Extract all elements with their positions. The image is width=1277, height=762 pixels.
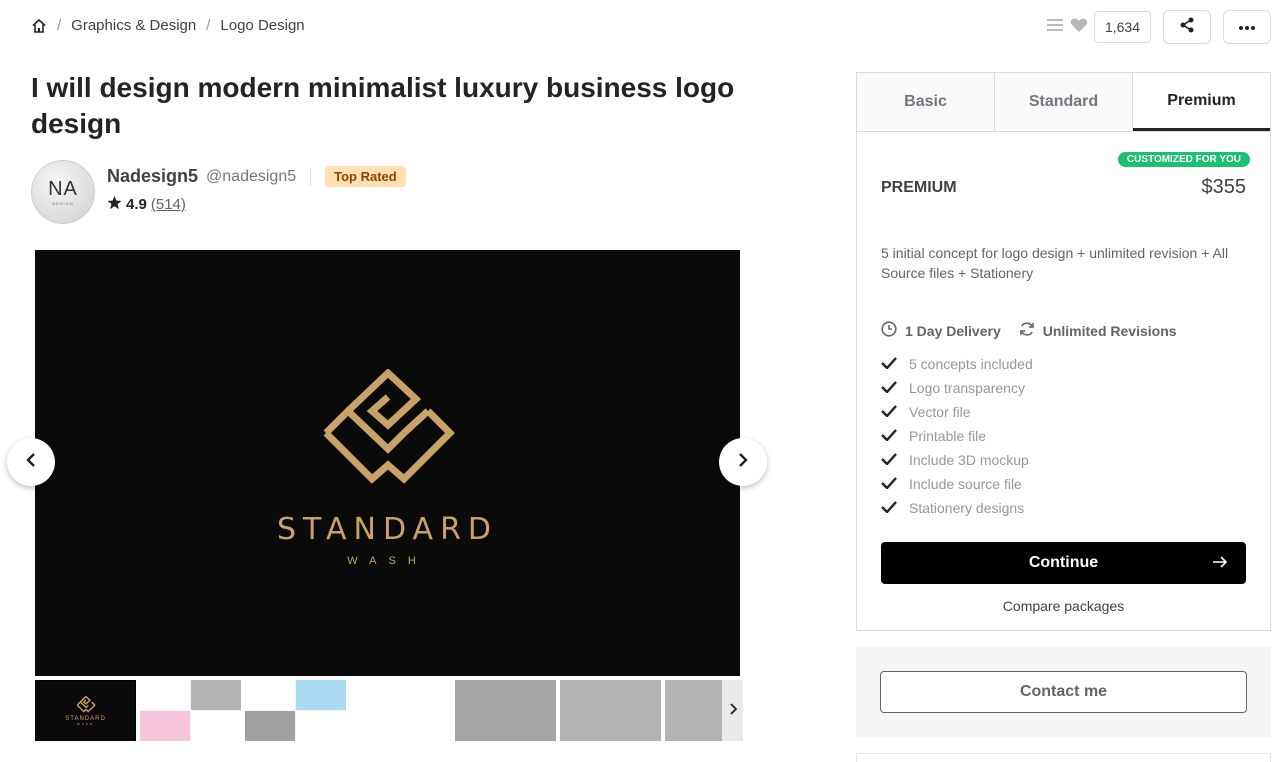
thumbnail-1[interactable]: STANDARD WASH [35,680,136,741]
breadcrumb-separator: / [57,17,62,34]
check-icon [881,356,897,372]
refresh-icon [1019,321,1035,340]
collect-group: 1,634 [1046,11,1151,43]
delivery-info: 1 Day Delivery [881,321,1001,340]
seller-name[interactable]: Nadesign5 [107,166,198,187]
feature-label: Vector file [909,404,971,420]
seller-row: Nadesign5 @nadesign5 Top Rated [107,166,406,187]
feature-list: 5 concepts included Logo transparency Ve… [881,352,1246,520]
avatar-monogram: NA [48,178,78,200]
revisions-text: Unlimited Revisions [1042,322,1177,339]
breadcrumb-link-logo-design[interactable]: Logo Design [220,17,304,34]
divider [310,167,312,186]
contact-me-button[interactable]: Contact me [880,671,1247,713]
continue-button[interactable]: Continue [881,542,1246,584]
seller-handle: @nadesign5 [206,167,297,185]
brand-subword: WASH [347,555,428,567]
customized-badge: CUSTOMIZED FOR YOU [1117,152,1250,167]
delivery-text: 1 Day Delivery [905,322,1001,339]
breadcrumb: / Graphics & Design / Logo Design [31,17,305,34]
contact-section: Contact me [856,647,1271,737]
package-price: $355 [1201,176,1247,198]
gallery-next-button[interactable] [719,438,767,486]
gallery-main-image[interactable]: STANDARD WASH [35,250,740,676]
heart-icon[interactable] [1070,17,1088,38]
chevron-left-icon [25,452,37,473]
seller-overview: NA DESIGN Nadesign5 @nadesign5 Top Rated… [31,160,406,224]
gallery-prev-button[interactable] [7,438,55,486]
package-meta: 1 Day Delivery Unlimited Revisions [881,321,1246,340]
breadcrumb-separator: / [206,17,211,34]
brand-wordmark: STANDARD [276,512,499,547]
continue-label: Continue [1028,554,1099,571]
feature-item: Printable file [881,424,1246,448]
avatar[interactable]: NA DESIGN [31,160,95,224]
chevron-right-icon [729,702,737,720]
more-options-button[interactable] [1223,10,1271,44]
feature-item: 5 concepts included [881,352,1246,376]
check-icon [881,476,897,492]
feature-label: Printable file [909,428,987,444]
arrow-right-icon [1212,554,1228,575]
clock-icon [881,321,897,340]
thumbnail-2[interactable] [140,680,241,741]
check-icon [881,428,897,444]
thumbnails-next-button[interactable] [722,680,743,741]
likes-count[interactable]: 1,634 [1093,11,1151,43]
rating-row: 4.9 (514) [107,195,406,214]
reviews-count-link[interactable]: (514) [151,196,186,213]
package-body: CUSTOMIZED FOR YOU PREMIUM $355 5 initia… [857,132,1270,614]
package-tabs: Basic Standard Premium [857,73,1270,132]
feature-item: Stationery designs [881,496,1246,520]
home-icon[interactable] [31,18,47,34]
thumbnail-3[interactable] [245,680,346,741]
check-icon [881,500,897,516]
breadcrumb-link-graphics-design[interactable]: Graphics & Design [71,17,196,34]
compare-packages-link[interactable]: Compare packages [881,598,1246,614]
share-button[interactable] [1163,10,1211,44]
check-icon [881,452,897,468]
tab-basic[interactable]: Basic [857,73,995,131]
tab-premium[interactable]: Premium [1133,73,1270,131]
gig-title: I will design modern minimalist luxury b… [31,72,735,139]
share-icon [1179,17,1195,38]
rating-value: 4.9 [126,196,147,213]
tab-standard[interactable]: Standard [995,73,1133,131]
check-icon [881,380,897,396]
feature-label: Include source file [909,476,1022,492]
logo-mark-image [318,368,458,494]
feature-label: Logo transparency [909,380,1025,396]
package-description: 5 initial concept for logo design + unli… [881,245,1229,281]
feature-item: Vector file [881,400,1246,424]
next-panel-edge [856,753,1271,762]
thumbnail-strip: STANDARD WASH [35,680,743,741]
thumbnail-4[interactable] [350,680,451,741]
star-icon [107,195,122,214]
thumbnail-subword: WASH [77,721,94,726]
ellipsis-icon [1238,18,1256,36]
feature-item: Include source file [881,472,1246,496]
package-name: PREMIUM [881,178,957,196]
thumbnail-6[interactable] [560,680,661,741]
feature-item: Logo transparency [881,376,1246,400]
list-icon[interactable] [1046,17,1064,38]
feature-label: 5 concepts included [909,356,1033,372]
revisions-info: Unlimited Revisions [1019,321,1177,340]
top-actions: 1,634 [1046,10,1271,44]
feature-item: Include 3D mockup [881,448,1246,472]
package-panel: Basic Standard Premium CUSTOMIZED FOR YO… [856,72,1271,631]
chevron-right-icon [737,452,749,473]
check-icon [881,404,897,420]
seller-info: Nadesign5 @nadesign5 Top Rated 4.9 (514) [107,160,406,214]
thumbnail-5[interactable] [455,680,556,741]
avatar-subtext: DESIGN [52,201,74,206]
feature-label: Include 3D mockup [909,452,1029,468]
feature-label: Stationery designs [909,500,1025,516]
top-rated-badge: Top Rated [325,166,406,187]
